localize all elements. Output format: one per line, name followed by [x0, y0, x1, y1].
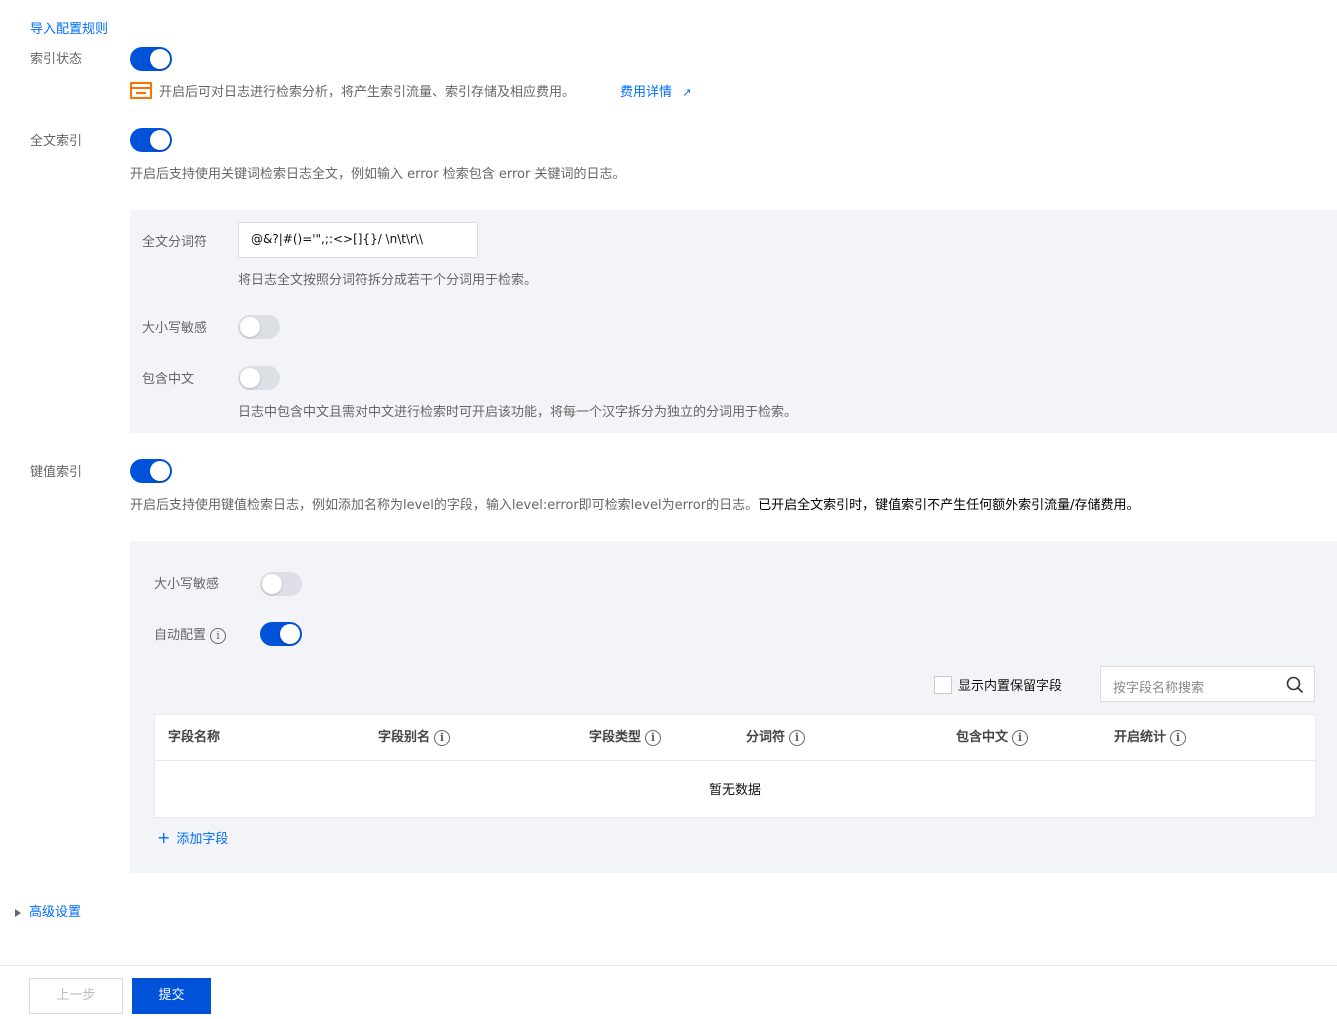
col-field-name-text: 字段名称 — [168, 730, 221, 745]
fulltext-config-panel: 全文分词符 @&?|#()='",;:<>[]{}/ \n\t\r\\ 将日志全… — [130, 210, 1337, 433]
col-delimiter: 分词符 i — [746, 715, 806, 761]
fee-details-link[interactable]: 费用详情 ↗ — [620, 81, 691, 100]
advanced-settings-toggle[interactable]: 高级设置 — [15, 901, 81, 920]
delimiter-value: @&?|#()='",;:<>[]{}/ \n\t\r\\ — [251, 232, 424, 246]
fee-details-label: 费用详情 — [620, 85, 673, 100]
footer-divider — [0, 965, 1337, 966]
col-field-type-text: 字段类型 — [589, 730, 642, 745]
field-search-placeholder: 按字段名称搜索 — [1113, 681, 1205, 696]
fulltext-index-label: 全文索引 — [30, 134, 83, 149]
delimiter-desc: 将日志全文按照分词符拆分成若干个分词用于检索。 — [238, 273, 538, 288]
show-reserved-checkbox[interactable] — [934, 676, 952, 694]
col-field-alias-text: 字段别名 — [378, 730, 431, 745]
search-icon[interactable] — [1286, 676, 1304, 694]
fields-table: 字段名称 字段别名 i 字段类型 i 分词符 i 包含中文 i 开启统计 i 暂无数据 — [154, 714, 1316, 818]
include-chinese-label: 包含中文 — [142, 372, 195, 387]
col-enable-stats: 开启统计 i — [1114, 715, 1187, 761]
table-empty-text: 暂无数据 — [708, 783, 761, 798]
col-field-type: 字段类型 i — [589, 715, 662, 761]
caret-right-icon — [15, 908, 21, 917]
info-icon[interactable]: i — [789, 729, 806, 746]
kv-index-desc: 开启后支持使用键值检索日志，例如添加名称为level的字段，输入level:er… — [130, 494, 1139, 513]
info-icon[interactable]: i — [1012, 729, 1029, 746]
kv-case-toggle[interactable] — [260, 572, 302, 596]
delimiter-label: 全文分词符 — [142, 235, 208, 250]
external-link-icon: ↗ — [682, 86, 692, 99]
col-field-name: 字段名称 — [168, 715, 220, 761]
col-delimiter-text: 分词符 — [746, 730, 786, 745]
col-field-alias: 字段别名 i — [378, 715, 451, 761]
delimiter-input[interactable]: @&?|#()='",;:<>[]{}/ \n\t\r\\ — [238, 222, 478, 258]
add-field-label: 添加字段 — [176, 832, 229, 847]
import-rules-link[interactable]: 导入配置规则 — [30, 18, 108, 37]
advanced-settings-label: 高级设置 — [29, 905, 82, 920]
add-field-button[interactable]: + 添加字段 — [157, 828, 228, 847]
info-icon[interactable]: i — [645, 729, 662, 746]
index-status-notice: 开启后可对日志进行检索分析，将产生索引流量、索引存储及相应费用。 — [159, 85, 576, 100]
fulltext-index-desc: 开启后支持使用关键词检索日志全文，例如输入 error 检索包含 error 关… — [130, 167, 626, 182]
kv-index-label: 键值索引 — [30, 465, 83, 480]
submit-button[interactable]: 提交 — [132, 978, 211, 1014]
kv-config-panel: 大小写敏感 自动配置 i 显示内置保留字段 按字段名称搜索 字段名称 字段别名 i … — [130, 541, 1337, 873]
notice-icon — [130, 82, 152, 99]
info-icon[interactable]: i — [434, 729, 451, 746]
plus-icon: + — [157, 828, 171, 847]
col-include-chinese-text: 包含中文 — [956, 730, 1009, 745]
show-reserved-label[interactable]: 显示内置保留字段 — [958, 675, 1062, 694]
info-icon[interactable]: i — [210, 627, 227, 644]
kv-case-label: 大小写敏感 — [154, 577, 220, 592]
fulltext-index-toggle[interactable] — [130, 128, 172, 152]
info-icon[interactable]: i — [1170, 729, 1187, 746]
auto-config-label: 自动配置 i — [154, 624, 227, 644]
index-status-toggle[interactable] — [130, 47, 172, 71]
kv-index-desc-bold: 已开启全文索引时，键值索引不产生任何额外索引流量/存储费用。 — [758, 498, 1140, 513]
kv-index-toggle[interactable] — [130, 459, 172, 483]
field-search-input[interactable]: 按字段名称搜索 — [1100, 666, 1315, 702]
col-enable-stats-text: 开启统计 — [1114, 730, 1167, 745]
include-chinese-toggle[interactable] — [238, 366, 280, 390]
kv-index-desc-normal: 开启后支持使用键值检索日志，例如添加名称为level的字段，输入level:er… — [130, 498, 759, 513]
fulltext-case-label: 大小写敏感 — [142, 321, 208, 336]
index-status-label: 索引状态 — [30, 52, 83, 67]
include-chinese-desc: 日志中包含中文且需对中文进行检索时可开启该功能，将每一个汉字拆分为独立的分词用于… — [238, 405, 798, 420]
auto-config-text: 自动配置 — [154, 628, 207, 643]
col-include-chinese: 包含中文 i — [956, 715, 1029, 761]
auto-config-toggle[interactable] — [260, 622, 302, 646]
table-header: 字段名称 字段别名 i 字段类型 i 分词符 i 包含中文 i 开启统计 i — [155, 715, 1315, 761]
fulltext-case-toggle[interactable] — [238, 315, 280, 339]
prev-step-button[interactable]: 上一步 — [29, 978, 123, 1014]
